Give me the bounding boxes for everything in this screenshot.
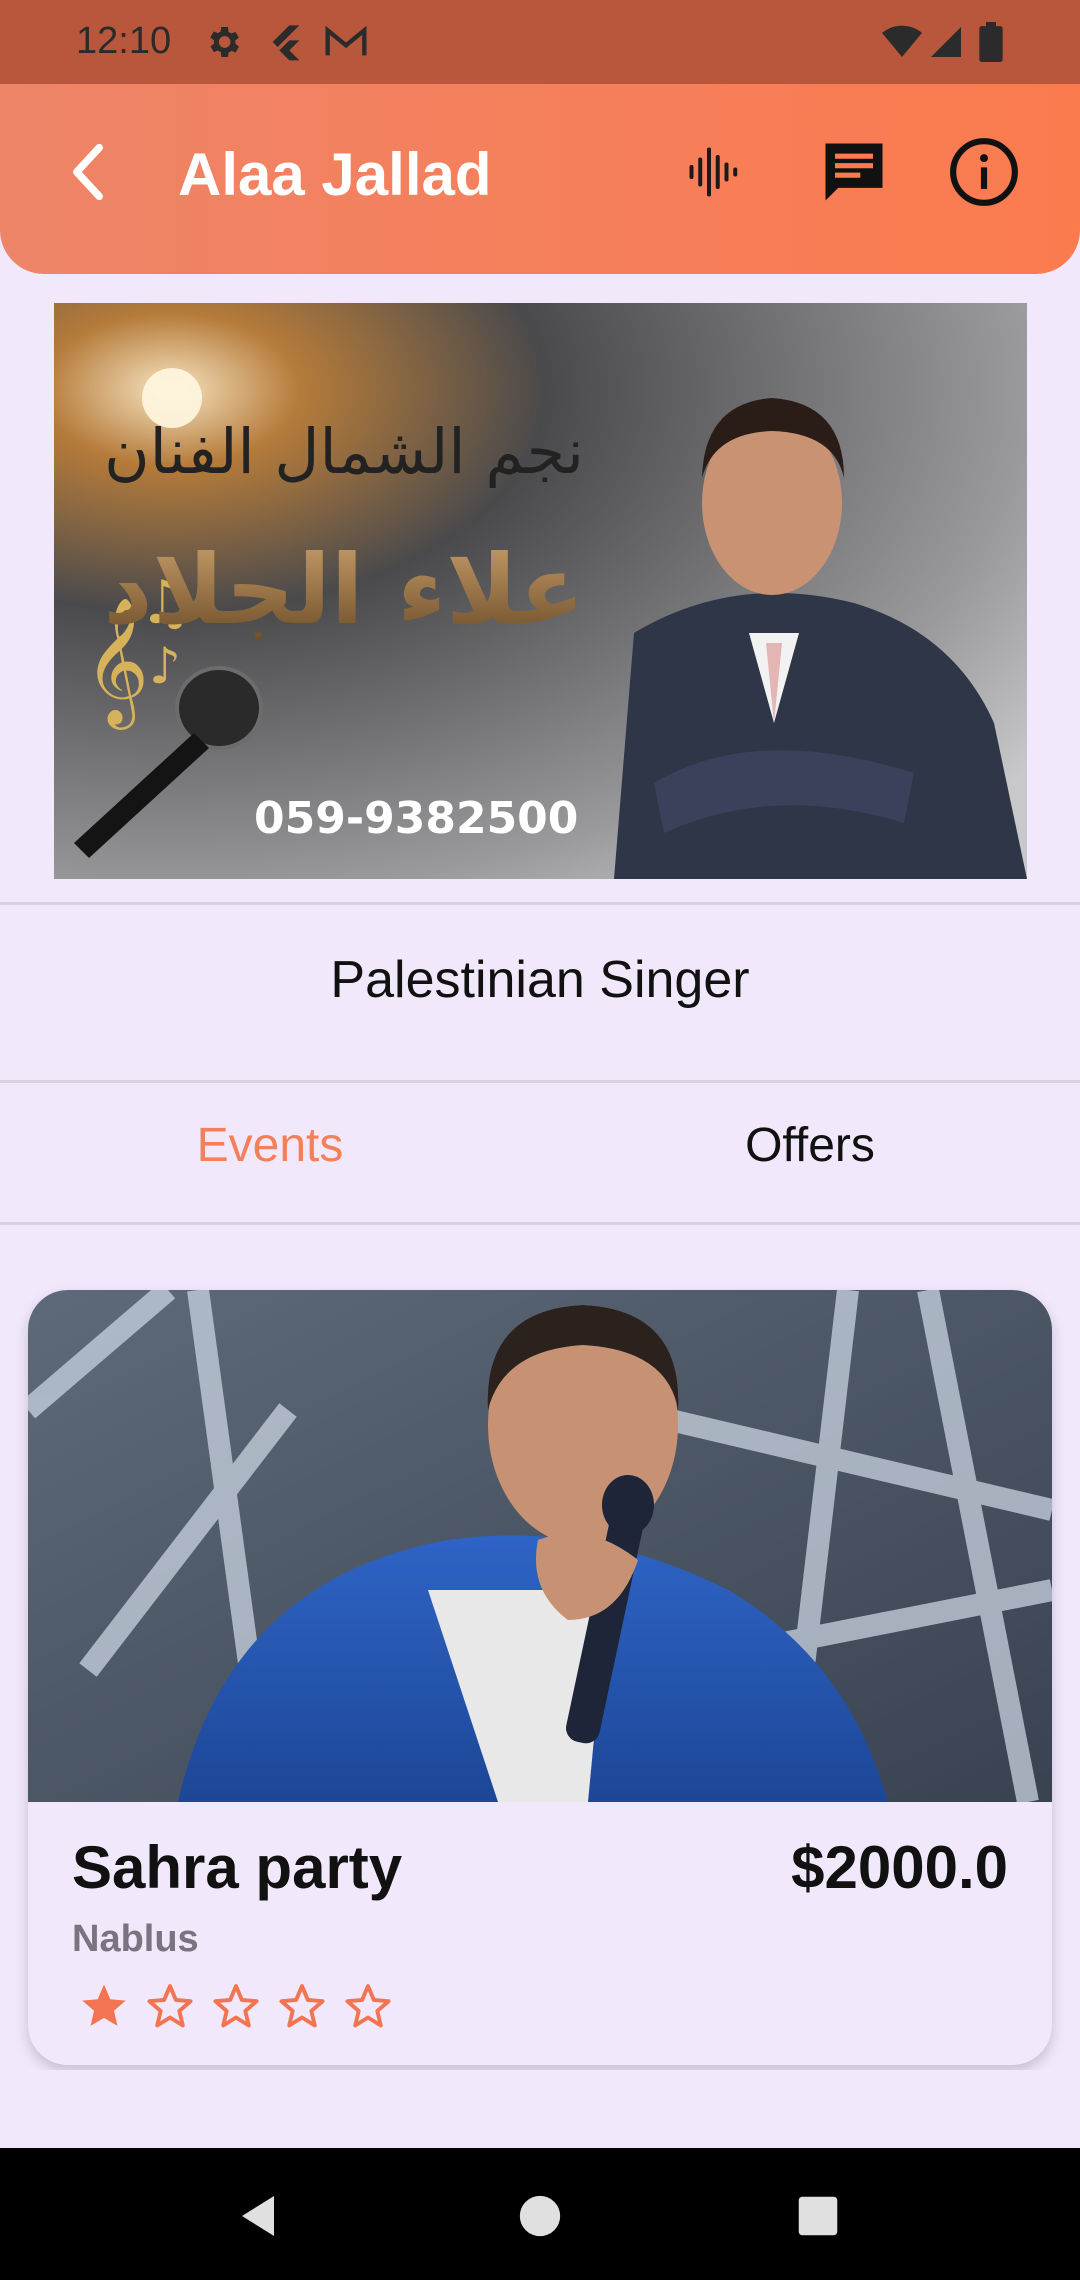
- info-icon: [947, 135, 1021, 214]
- status-time: 12:10: [76, 20, 172, 62]
- star-outline-icon[interactable]: [276, 1980, 328, 2037]
- signal-icon: [928, 22, 964, 67]
- tab-offers[interactable]: Offers: [540, 1118, 1080, 1173]
- divider: [0, 1222, 1080, 1225]
- divider: [0, 902, 1080, 905]
- circle-home-icon: [518, 2194, 562, 2243]
- list-bottom-spacer: [0, 2070, 1080, 2148]
- chevron-left-icon: [65, 142, 111, 207]
- rating-stars[interactable]: [78, 1980, 394, 2037]
- star-outline-icon[interactable]: [210, 1980, 262, 2037]
- event-location: Nablus: [72, 1918, 199, 1960]
- back-button[interactable]: [38, 124, 138, 224]
- event-image: [28, 1290, 1052, 1802]
- info-button[interactable]: [934, 124, 1034, 224]
- audio-wave-icon: [684, 142, 744, 207]
- gear-icon: [203, 22, 243, 67]
- gmail-icon: [324, 22, 368, 67]
- triangle-back-icon: [234, 2191, 282, 2246]
- event-title: Sahra party: [72, 1834, 403, 1901]
- message-icon: [816, 134, 892, 215]
- app-bar: Alaa Jallad: [0, 84, 1080, 274]
- divider: [0, 1080, 1080, 1083]
- star-filled-icon[interactable]: [78, 1980, 130, 2037]
- profile-banner-image: 𝄞 ♫ ♪ نجم الشمال الفنان علاء الجلاد 059-…: [54, 303, 1027, 879]
- banner-headline-1: نجم الشمال الفنان: [104, 415, 584, 488]
- battery-icon: [978, 22, 1004, 67]
- star-outline-icon[interactable]: [144, 1980, 196, 2037]
- tab-events[interactable]: Events: [0, 1118, 540, 1173]
- star-outline-icon[interactable]: [342, 1980, 394, 2037]
- profile-subtitle: Palestinian Singer: [330, 951, 750, 1009]
- flutter-icon: [266, 22, 306, 67]
- nav-home-button[interactable]: [500, 2178, 580, 2258]
- status-bar: 12:10: [0, 0, 1080, 84]
- page-title: Alaa Jallad: [178, 141, 492, 208]
- nav-recents-button[interactable]: [778, 2178, 858, 2258]
- event-card[interactable]: Sahra party $2000.0 Nablus: [28, 1290, 1052, 2065]
- nav-back-button[interactable]: [218, 2178, 298, 2258]
- event-price: $2000.0: [791, 1834, 1008, 1901]
- system-navigation-bar: [0, 2148, 1080, 2280]
- message-button[interactable]: [804, 124, 904, 224]
- wifi-icon: [882, 22, 922, 67]
- banner-phone: 059-9382500: [254, 793, 578, 844]
- audio-button[interactable]: [664, 124, 764, 224]
- banner-headline-2: علاء الجلاد: [103, 534, 584, 646]
- square-recents-icon: [797, 2195, 839, 2242]
